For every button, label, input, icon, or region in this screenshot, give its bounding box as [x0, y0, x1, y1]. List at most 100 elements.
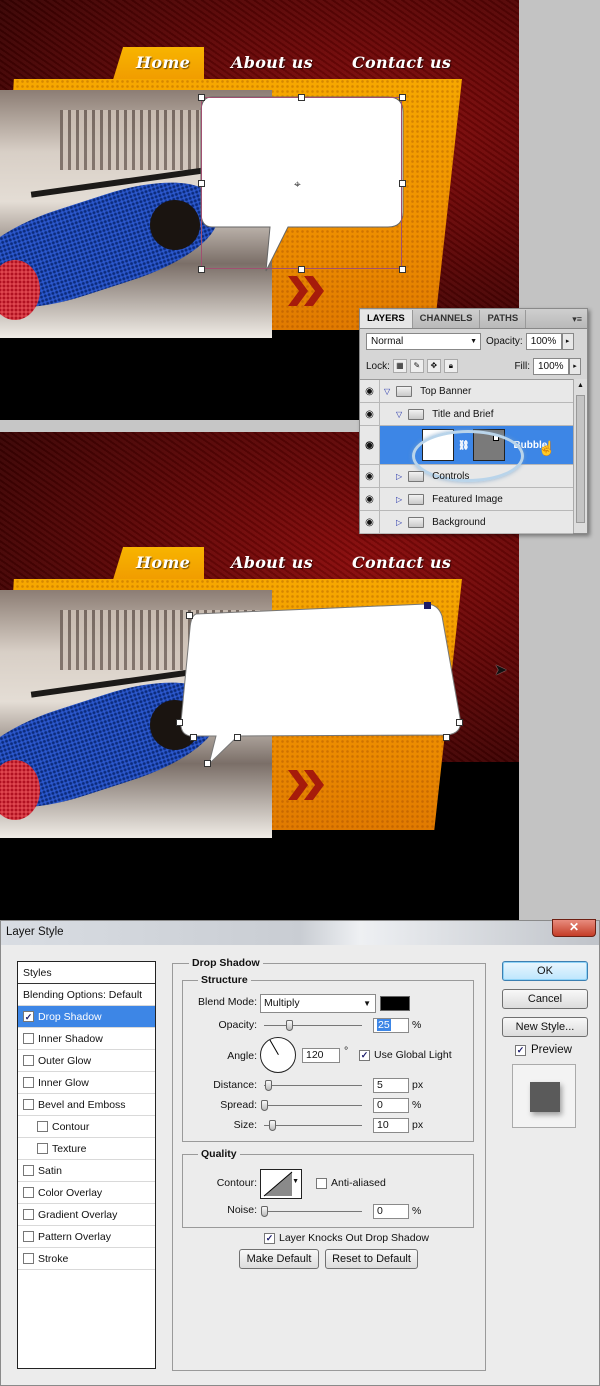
- make-default-button[interactable]: Make Default: [239, 1249, 319, 1269]
- fill-arrow-icon[interactable]: ▸: [569, 357, 581, 375]
- panel-menu-icon[interactable]: ▾≡: [572, 310, 582, 328]
- transform-handle[interactable]: [456, 719, 463, 726]
- nav-home[interactable]: Home: [136, 553, 190, 572]
- transform-handle[interactable]: [190, 734, 197, 741]
- opacity-input[interactable]: 100%: [525, 332, 562, 350]
- visibility-eye-icon[interactable]: ◉: [360, 403, 380, 425]
- lock-all-icon[interactable]: 🔒︎: [443, 359, 458, 373]
- slider-knob[interactable]: [286, 1020, 293, 1031]
- blend-mode-dropdown[interactable]: Multiply ▼: [260, 994, 376, 1013]
- checkbox[interactable]: [37, 1143, 48, 1154]
- style-item-pattern-overlay[interactable]: Pattern Overlay: [18, 1226, 155, 1248]
- transform-handle[interactable]: [298, 94, 305, 101]
- anti-aliased-checkbox[interactable]: [316, 1178, 327, 1189]
- transform-handle[interactable]: [204, 760, 211, 767]
- checkbox[interactable]: [23, 1077, 34, 1088]
- checkbox[interactable]: [23, 1231, 34, 1242]
- transform-handle[interactable]: [399, 266, 406, 273]
- style-item-color-overlay[interactable]: Color Overlay: [18, 1182, 155, 1204]
- reset-default-button[interactable]: Reset to Default: [325, 1249, 418, 1269]
- knocks-out-checkbox[interactable]: [264, 1233, 275, 1244]
- noise-slider[interactable]: [261, 1206, 362, 1217]
- lock-position-icon[interactable]: ✥: [426, 359, 441, 373]
- cancel-button[interactable]: Cancel: [502, 989, 588, 1009]
- collapse-triangle-icon[interactable]: ▷: [396, 495, 402, 504]
- ok-button[interactable]: OK: [502, 961, 588, 981]
- layer-row-top-banner[interactable]: ◉ ▽ Top Banner: [360, 380, 573, 403]
- visibility-eye-icon[interactable]: ◉: [360, 426, 380, 464]
- distance-slider[interactable]: [264, 1080, 362, 1091]
- close-button[interactable]: ✕: [552, 919, 596, 937]
- transform-handle[interactable]: [176, 719, 183, 726]
- style-item-satin[interactable]: Satin: [18, 1160, 155, 1182]
- checkbox[interactable]: [23, 1033, 34, 1044]
- style-item-outer-glow[interactable]: Outer Glow: [18, 1050, 155, 1072]
- expand-triangle-icon[interactable]: ▽: [384, 387, 390, 396]
- scroll-thumb[interactable]: [576, 395, 585, 523]
- styles-header[interactable]: Styles: [18, 962, 155, 984]
- size-input[interactable]: 10: [373, 1118, 409, 1133]
- angle-dial[interactable]: [260, 1037, 296, 1073]
- slider-knob[interactable]: [269, 1120, 276, 1131]
- transform-handle[interactable]: [443, 734, 450, 741]
- transform-handle-active[interactable]: [424, 602, 431, 609]
- nav-about[interactable]: About us: [231, 553, 313, 572]
- checkbox[interactable]: [23, 1209, 34, 1220]
- spread-input[interactable]: 0: [373, 1098, 409, 1113]
- style-item-texture[interactable]: Texture: [18, 1138, 155, 1160]
- shadow-color-swatch[interactable]: [380, 996, 410, 1011]
- transform-handle[interactable]: [399, 94, 406, 101]
- opacity-input[interactable]: 25: [373, 1018, 409, 1033]
- tab-layers[interactable]: LAYERS: [360, 310, 413, 328]
- lock-pixels-icon[interactable]: ✎: [409, 359, 424, 373]
- lock-transparency-icon[interactable]: ▦: [392, 359, 407, 373]
- use-global-light-checkbox[interactable]: [359, 1050, 370, 1061]
- preview-checkbox[interactable]: [515, 1045, 526, 1056]
- spread-slider[interactable]: [261, 1100, 362, 1111]
- expand-triangle-icon[interactable]: ▽: [396, 410, 402, 419]
- nav-contact[interactable]: Contact us: [352, 53, 451, 72]
- layer-row-title-and-brief[interactable]: ◉ ▽ Title and Brief: [360, 403, 573, 426]
- layer-row-background[interactable]: ◉ ▷ Background: [360, 511, 573, 534]
- transform-handle[interactable]: [298, 266, 305, 273]
- size-slider[interactable]: [264, 1120, 362, 1131]
- distance-input[interactable]: 5: [373, 1078, 409, 1093]
- transform-handle[interactable]: [186, 612, 193, 619]
- visibility-eye-icon[interactable]: ◉: [360, 380, 380, 402]
- transform-handle[interactable]: [399, 180, 406, 187]
- new-style-button[interactable]: New Style...: [502, 1017, 588, 1037]
- checkbox[interactable]: [23, 1253, 34, 1264]
- checkbox[interactable]: [23, 1165, 34, 1176]
- opacity-arrow-icon[interactable]: ▸: [561, 332, 574, 350]
- nav-home[interactable]: Home: [136, 53, 190, 72]
- checkbox[interactable]: [23, 1011, 34, 1022]
- style-item-inner-shadow[interactable]: Inner Shadow: [18, 1028, 155, 1050]
- checkbox[interactable]: [23, 1187, 34, 1198]
- layer-row-bubble[interactable]: ◉ ⛓ Bubble ☝: [360, 426, 573, 482]
- tab-channels[interactable]: CHANNELS: [413, 310, 481, 328]
- style-item-gradient-overlay[interactable]: Gradient Overlay: [18, 1204, 155, 1226]
- slider-knob[interactable]: [261, 1100, 268, 1111]
- slider-knob[interactable]: [265, 1080, 272, 1091]
- contour-picker[interactable]: ▼: [260, 1169, 302, 1199]
- checkbox[interactable]: [23, 1055, 34, 1066]
- transform-handle[interactable]: [234, 734, 241, 741]
- layer-row-featured-image[interactable]: ◉ ▷ Featured Image: [360, 488, 573, 511]
- layers-scrollbar[interactable]: ▲: [573, 379, 587, 533]
- blend-mode-select[interactable]: Normal: [366, 332, 481, 350]
- style-item-stroke[interactable]: Stroke: [18, 1248, 155, 1270]
- style-item-drop-shadow[interactable]: Drop Shadow: [18, 1006, 155, 1028]
- checkbox[interactable]: [37, 1121, 48, 1132]
- transform-handle[interactable]: [198, 180, 205, 187]
- transform-handle[interactable]: [198, 94, 205, 101]
- noise-input[interactable]: 0: [373, 1204, 409, 1219]
- nav-contact[interactable]: Contact us: [352, 553, 451, 572]
- scroll-up-icon[interactable]: ▲: [574, 379, 587, 393]
- layer-row-controls[interactable]: ◉ ▷ Controls: [360, 465, 573, 488]
- angle-input[interactable]: 120: [302, 1048, 340, 1063]
- visibility-eye-icon[interactable]: ◉: [360, 488, 380, 510]
- style-item-contour[interactable]: Contour: [18, 1116, 155, 1138]
- opacity-slider[interactable]: [264, 1020, 362, 1031]
- checkbox[interactable]: [23, 1099, 34, 1110]
- slider-knob[interactable]: [261, 1206, 268, 1217]
